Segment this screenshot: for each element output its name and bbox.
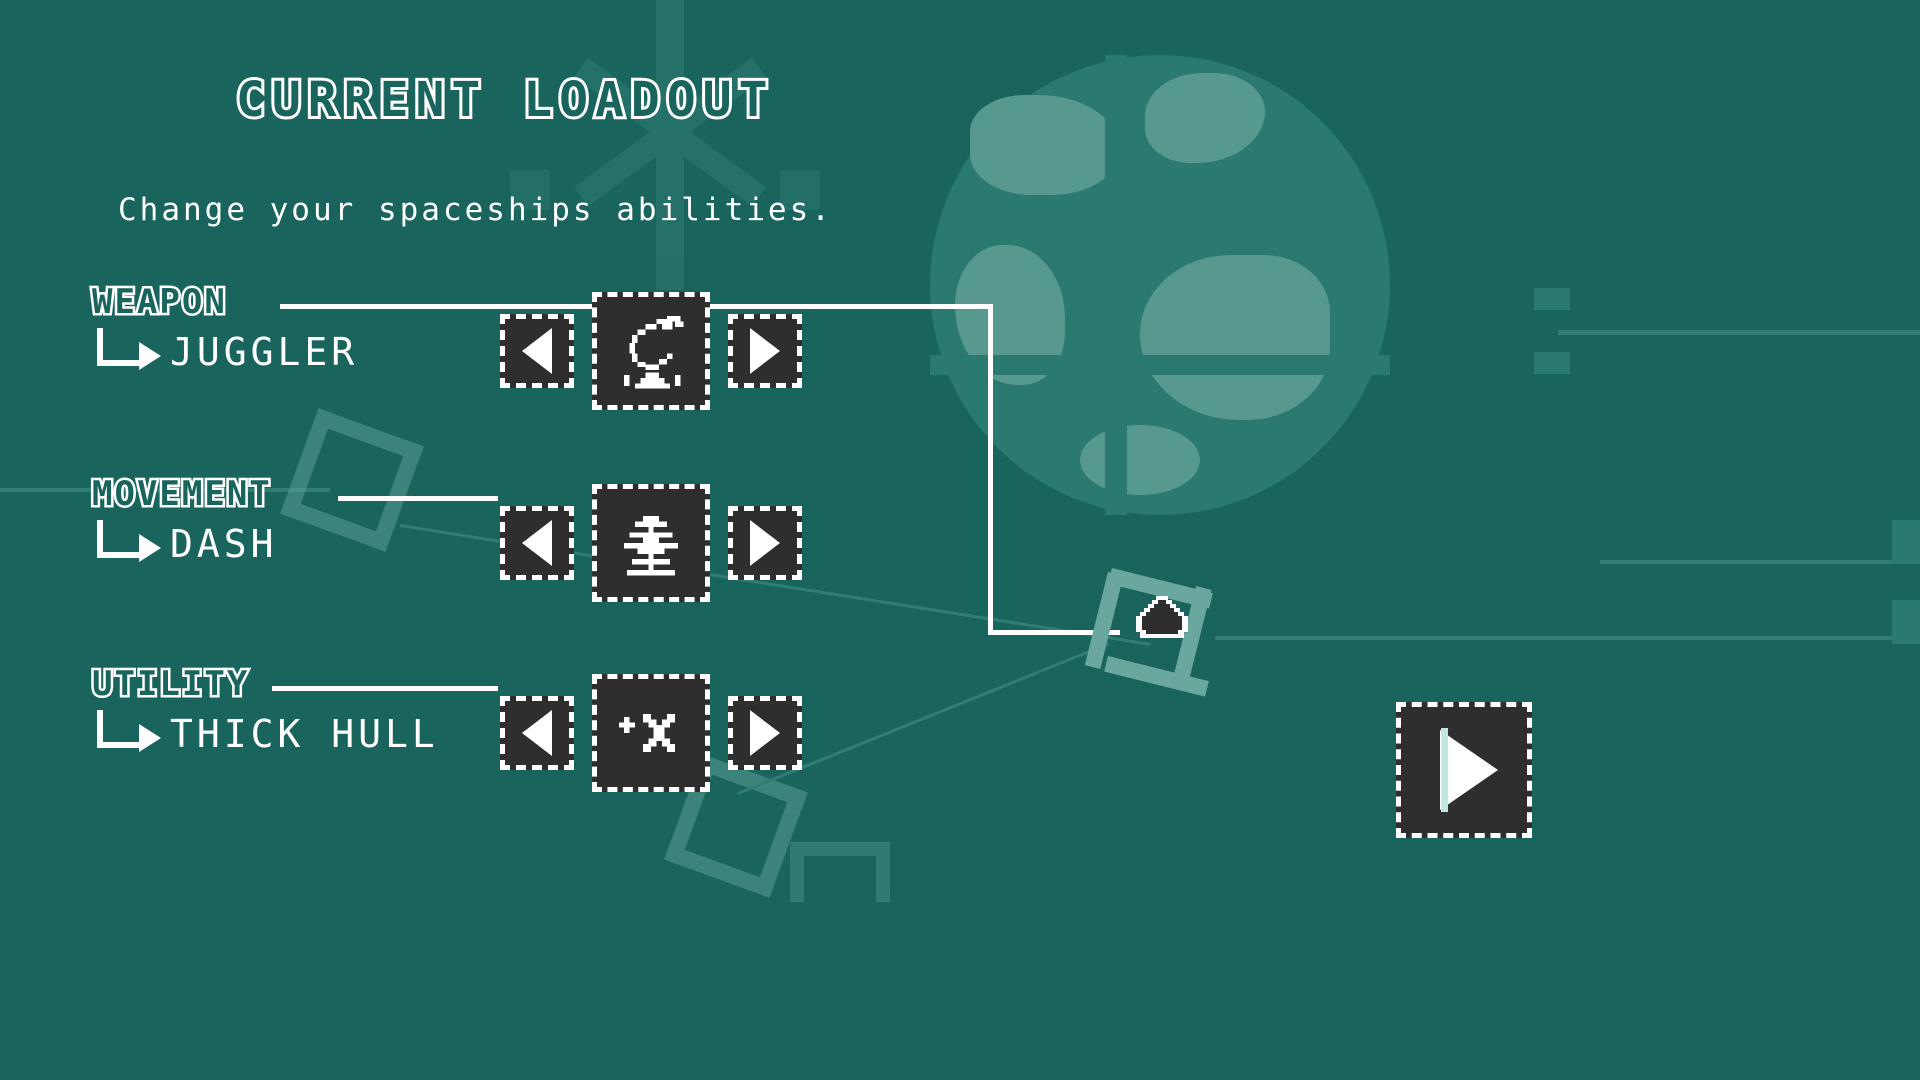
equipped-item-weapon: JUGGLER xyxy=(170,330,359,374)
category-label-weapon: WEAPON xyxy=(90,280,228,325)
utility-prev-button[interactable] xyxy=(500,696,574,770)
map-node-decor-3 xyxy=(790,842,890,902)
movement-slot-button[interactable] xyxy=(592,484,710,602)
juggler-weapon-icon xyxy=(624,316,684,389)
loadout-row-movement: MOVEMENT DASH xyxy=(0,472,1920,634)
current-position-node[interactable] xyxy=(1084,568,1216,697)
weapon-prev-button[interactable] xyxy=(500,314,574,388)
arrow-head-movement xyxy=(139,534,161,562)
equipped-item-movement: DASH xyxy=(170,522,278,566)
category-label-utility: UTILITY xyxy=(89,662,250,707)
arrow-head-utility xyxy=(139,724,161,752)
chevron-right-icon xyxy=(750,520,780,566)
connector-vertical xyxy=(988,304,993,634)
dash-movement-icon xyxy=(624,516,678,576)
chevron-left-icon xyxy=(522,328,552,374)
play-icon xyxy=(1440,730,1498,810)
decor-line-right-3 xyxy=(1215,636,1920,640)
start-run-button[interactable] xyxy=(1396,702,1532,838)
play-icon-edge xyxy=(1441,728,1448,812)
chevron-right-icon xyxy=(750,328,780,374)
movement-next-button[interactable] xyxy=(728,506,802,580)
chevron-left-icon xyxy=(522,710,552,756)
loadout-row-utility: UTILITY THICK HULL xyxy=(0,662,1920,824)
elbow-connector-weapon xyxy=(97,328,145,366)
page-subtitle: Change your spaceships abilities. xyxy=(118,192,833,228)
elbow-connector-movement xyxy=(97,520,145,558)
category-rule-utility xyxy=(272,686,498,691)
star-decoration xyxy=(560,0,780,290)
movement-prev-button[interactable] xyxy=(500,506,574,580)
equipped-item-utility: THICK HULL xyxy=(170,712,439,756)
weapon-next-button[interactable] xyxy=(728,314,802,388)
category-rule-movement xyxy=(338,496,498,501)
thick-hull-icon xyxy=(618,714,676,752)
category-label-movement: MOVEMENT xyxy=(90,472,273,517)
weapon-slot-button[interactable] xyxy=(592,292,710,410)
elbow-connector-utility xyxy=(97,710,145,748)
arrow-head-weapon xyxy=(139,342,161,370)
player-ship-marker xyxy=(1136,596,1188,638)
page-title: CURRENT LOADOUT xyxy=(233,69,775,131)
chevron-right-icon xyxy=(750,710,780,756)
loadout-row-weapon: WEAPON JUGGLER xyxy=(0,280,1920,442)
utility-slot-button[interactable] xyxy=(592,674,710,792)
chevron-left-icon xyxy=(522,520,552,566)
utility-next-button[interactable] xyxy=(728,696,802,770)
